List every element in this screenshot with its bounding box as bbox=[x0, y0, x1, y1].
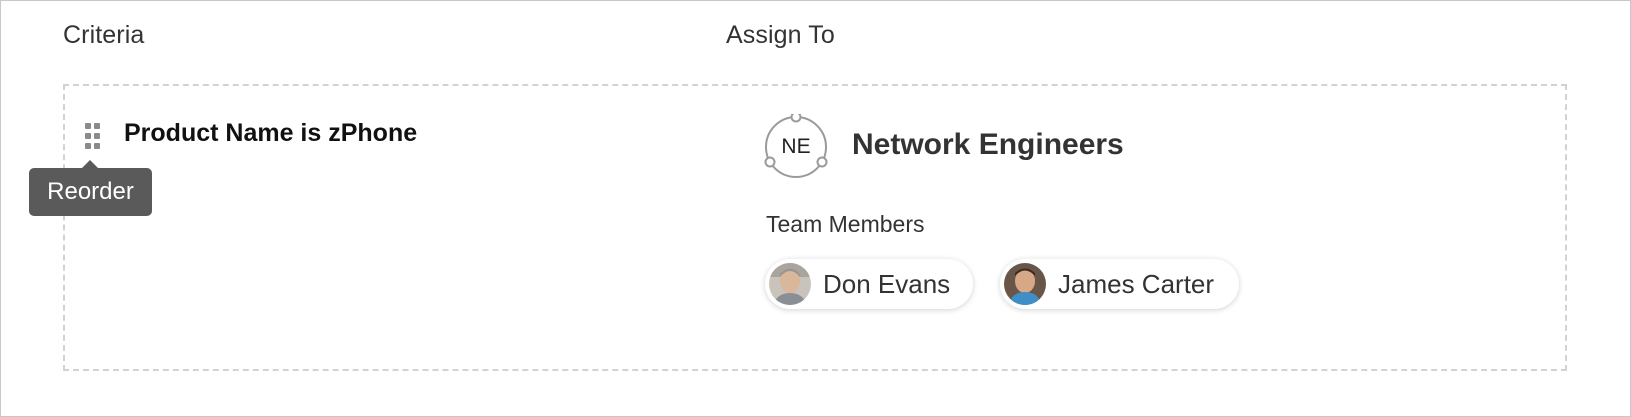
routing-rule-panel: Criteria Assign To Product Name is zPhon… bbox=[0, 0, 1631, 417]
team-avatar: NE bbox=[763, 114, 829, 180]
member-name: Don Evans bbox=[823, 268, 951, 299]
reorder-tooltip: Reorder bbox=[29, 160, 152, 216]
drag-dot bbox=[94, 143, 100, 149]
drag-dot bbox=[85, 123, 91, 129]
drag-dot bbox=[94, 123, 100, 129]
member-chip[interactable]: James Carter bbox=[1000, 259, 1239, 309]
avatar bbox=[769, 263, 811, 305]
assign-to-column-header: Assign To bbox=[726, 21, 835, 49]
team-name: Network Engineers bbox=[852, 128, 1124, 161]
member-chip[interactable]: Don Evans bbox=[765, 259, 973, 309]
criteria-condition: Product Name is zPhone bbox=[124, 119, 418, 147]
drag-dot bbox=[85, 133, 91, 139]
avatar bbox=[1004, 263, 1046, 305]
drag-dot bbox=[94, 133, 100, 139]
member-name: James Carter bbox=[1058, 268, 1215, 299]
drag-dot bbox=[85, 143, 91, 149]
team-members-label: Team Members bbox=[766, 211, 925, 237]
drag-handle-icon[interactable] bbox=[85, 123, 101, 149]
team-initials: NE bbox=[781, 135, 811, 158]
criteria-column-header: Criteria bbox=[63, 21, 145, 49]
